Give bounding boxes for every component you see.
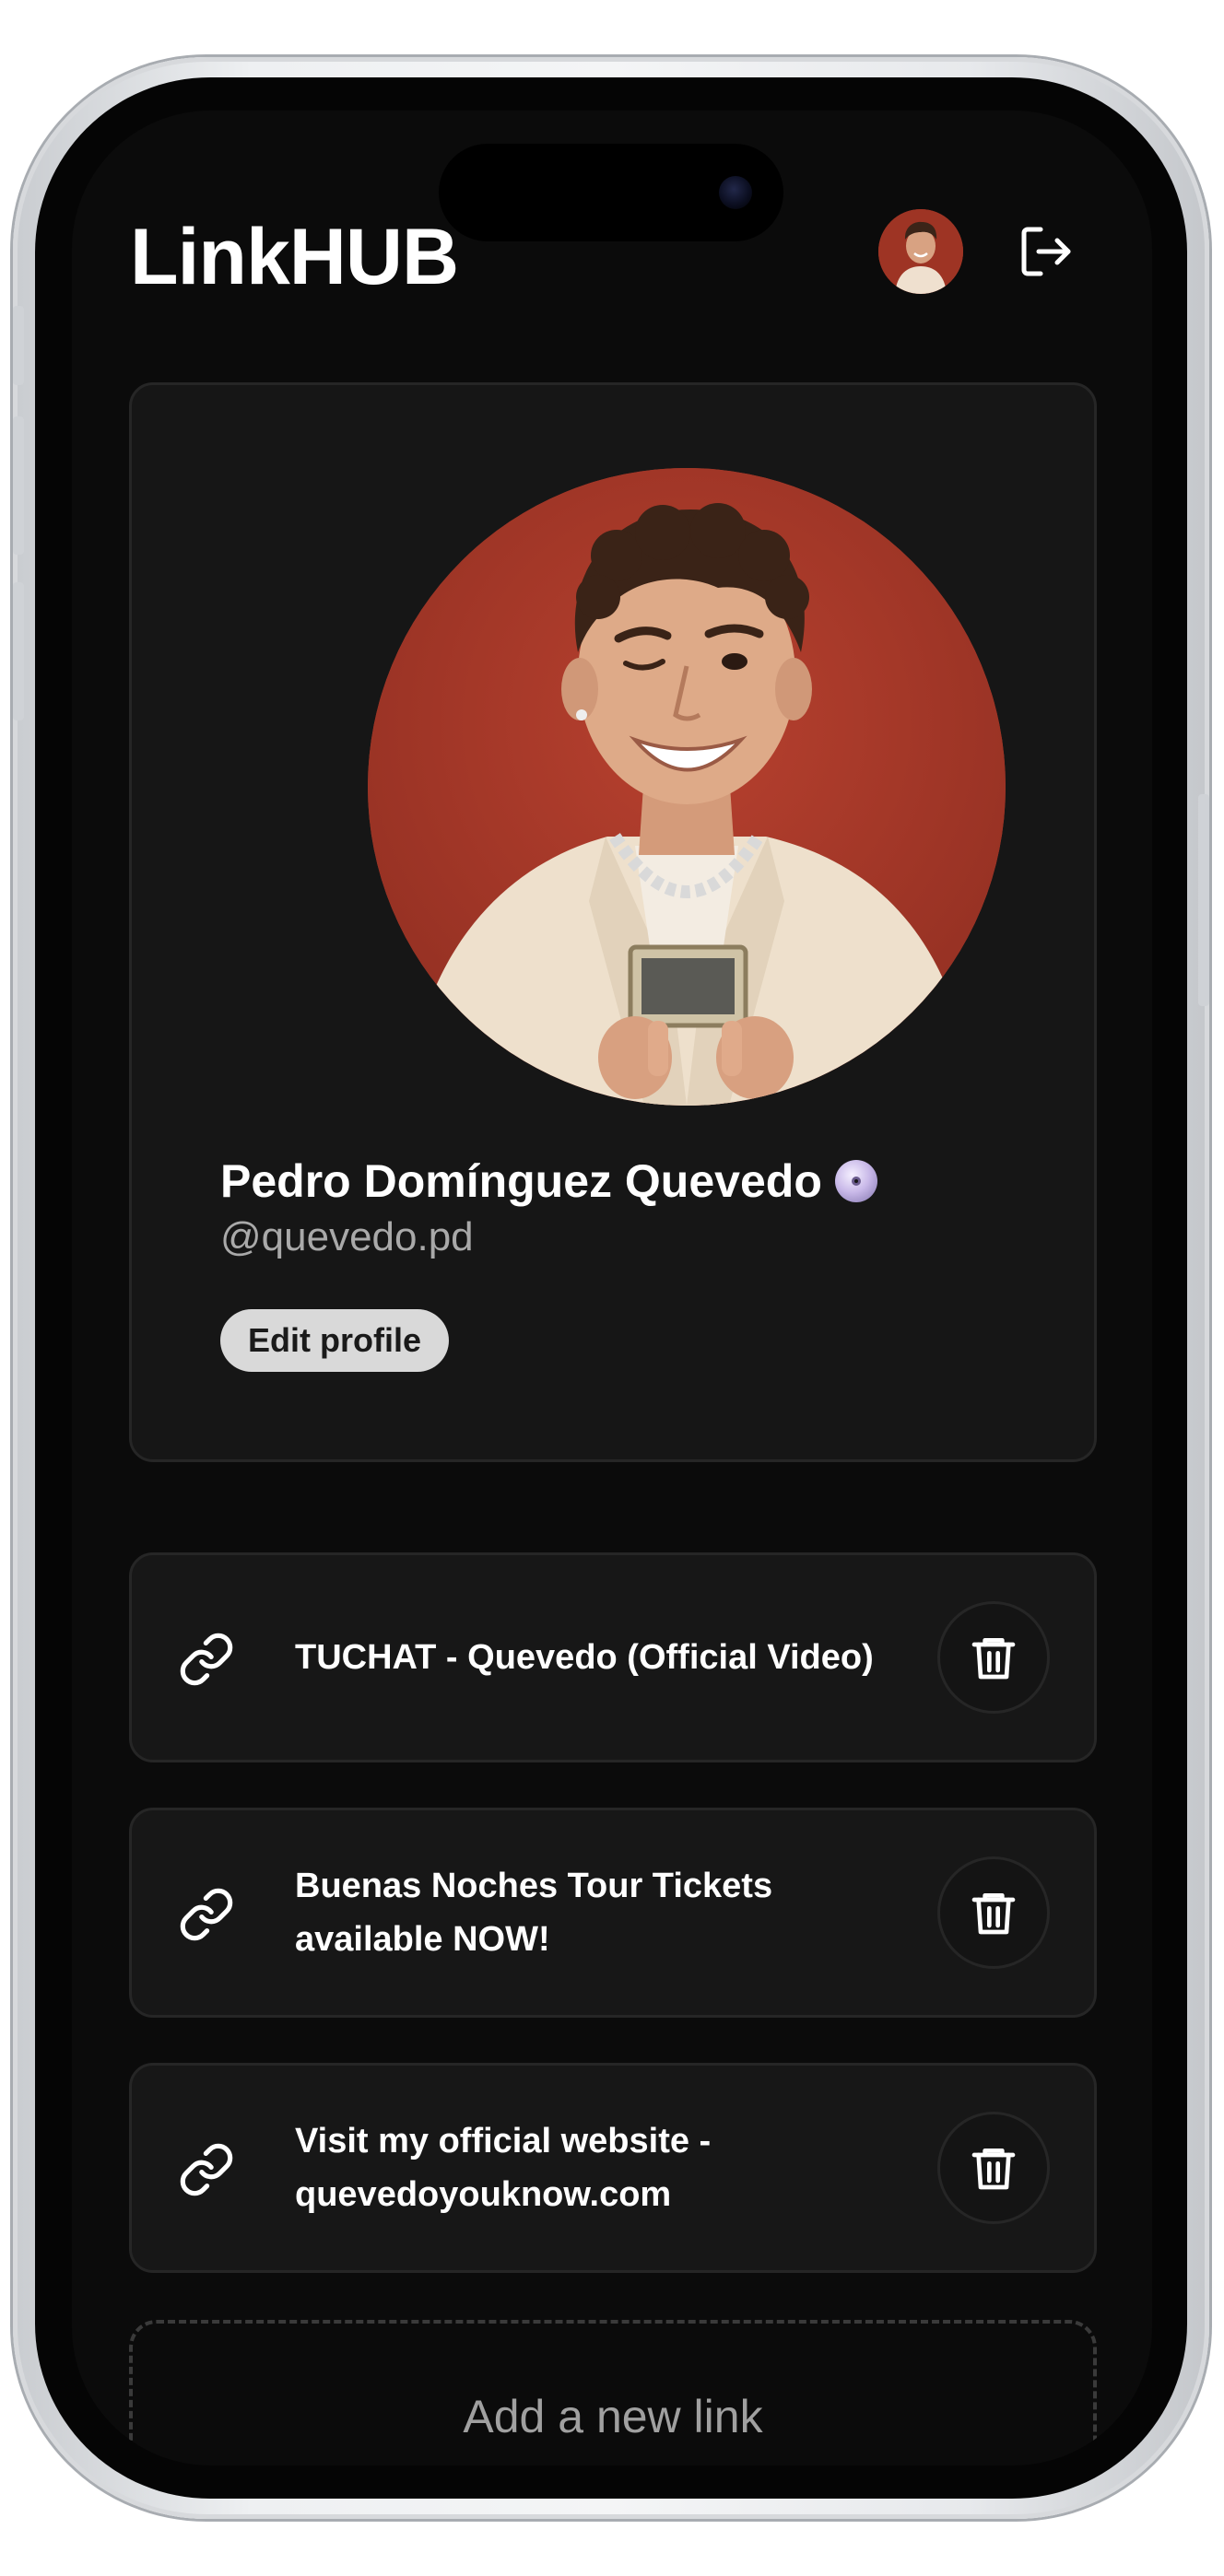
edit-profile-button[interactable]: Edit profile — [220, 1309, 449, 1372]
logout-icon — [1021, 227, 1071, 276]
link-title: Visit my official website - quevedoyoukn… — [295, 2122, 712, 2214]
link-title: Buenas Noches Tour Tickets available NOW… — [295, 1867, 773, 1959]
app-screen: LinkHUB Pedro Domínguez Quevedo @quevedo… — [72, 111, 1152, 2465]
delete-link-button[interactable] — [937, 1856, 1050, 1969]
link-item[interactable]: Visit my official website - quevedoyoukn… — [129, 2063, 1097, 2273]
header-avatar[interactable] — [878, 209, 963, 294]
link-item[interactable]: TUCHAT - Quevedo (Official Video) — [129, 1552, 1097, 1762]
add-link-button[interactable]: Add a new link — [129, 2320, 1097, 2465]
link-icon — [180, 2143, 233, 2196]
profile-handle: @quevedo.pd — [220, 1214, 474, 1259]
verified-disc-icon — [834, 1160, 877, 1202]
link-title: TUCHAT - Quevedo (Official Video) — [295, 1638, 874, 1677]
volume-up-button — [13, 416, 24, 555]
trash-icon — [971, 1893, 1016, 1935]
dynamic-island — [439, 144, 783, 241]
volume-down-button — [13, 582, 24, 720]
logout-button[interactable] — [1014, 219, 1078, 284]
link-item[interactable]: Buenas Noches Tour Tickets available NOW… — [129, 1808, 1097, 2018]
profile-name: Pedro Domínguez Quevedo — [220, 1155, 822, 1207]
delete-link-button[interactable] — [937, 2112, 1050, 2224]
link-icon — [180, 1633, 233, 1686]
trash-icon — [971, 2149, 1016, 2190]
delete-link-button[interactable] — [937, 1601, 1050, 1714]
profile-name-row: Pedro Domínguez Quevedo — [220, 1154, 879, 1208]
user-avatar-icon — [878, 209, 963, 294]
camera-icon — [719, 176, 752, 209]
action-button — [13, 306, 24, 385]
app-title: LinkHUB — [130, 213, 459, 301]
link-icon — [180, 1888, 233, 1941]
profile-photo-image — [368, 468, 1006, 1106]
trash-icon — [971, 1638, 1016, 1680]
profile-card: Pedro Domínguez Quevedo @quevedo.pd Edit… — [129, 382, 1097, 1462]
profile-photo — [368, 468, 1006, 1106]
power-button — [1198, 794, 1209, 1006]
